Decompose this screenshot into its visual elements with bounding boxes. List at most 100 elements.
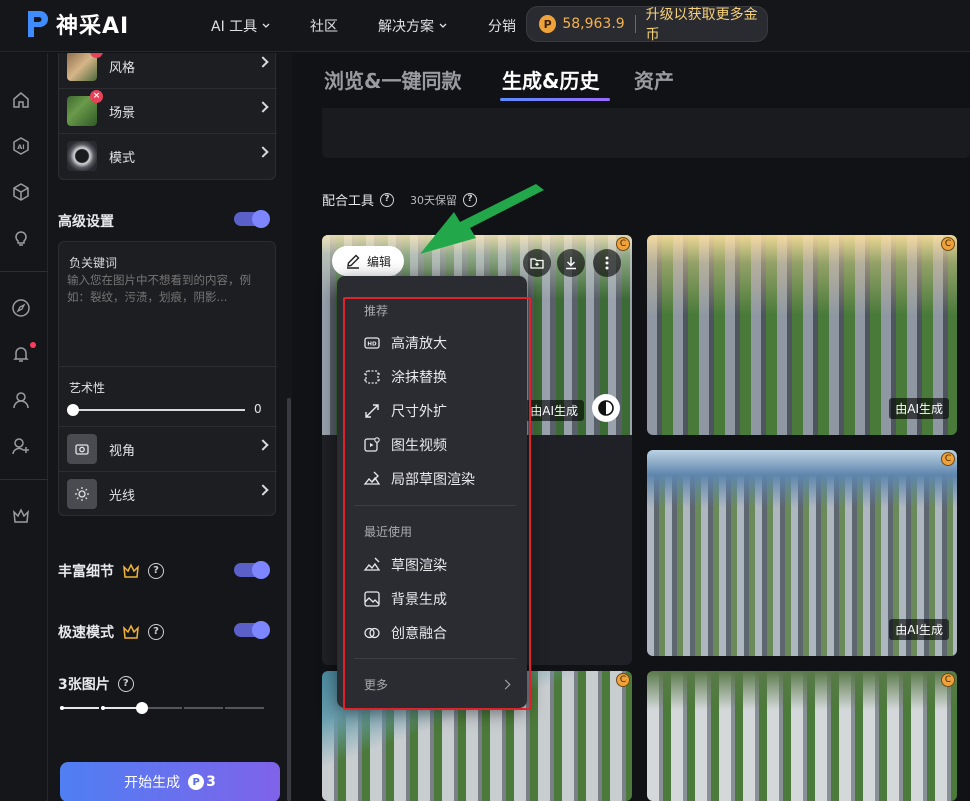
edit-button[interactable]: 编辑 xyxy=(332,246,404,276)
image-count-slider[interactable] xyxy=(60,701,264,715)
menu-item-background[interactable]: 背景生成 xyxy=(363,588,447,610)
brush-replace-icon xyxy=(364,370,380,384)
user-icon[interactable] xyxy=(10,389,32,411)
bulb-icon[interactable] xyxy=(10,227,32,249)
c-coin-icon: C xyxy=(941,673,955,687)
more-vertical-icon xyxy=(605,256,609,270)
expand-icon xyxy=(365,404,379,418)
style-card: × 风格 × 场景 模式 xyxy=(58,53,277,180)
chevron-right-icon xyxy=(500,679,511,690)
menu-item-partial-sketch[interactable]: 局部草图渲染 xyxy=(363,468,475,490)
style-thumb: × xyxy=(67,53,103,81)
remove-badge-icon[interactable]: × xyxy=(90,90,103,103)
compass-icon[interactable] xyxy=(10,297,32,319)
advanced-settings-label: 高级设置 xyxy=(58,214,114,230)
artistry-label: 艺术性 xyxy=(69,381,106,395)
menu-item-sketch-render[interactable]: 草图渲染 xyxy=(363,554,447,576)
style-row-mode[interactable]: 模式 xyxy=(59,134,277,178)
background-icon xyxy=(364,591,380,607)
artistry-slider-knob[interactable] xyxy=(67,404,79,416)
menu-item-brush-replace[interactable]: 涂抹替换 xyxy=(363,366,447,388)
brand-logo[interactable]: 神采AI xyxy=(24,8,129,40)
nav-distribution[interactable]: 分销 xyxy=(488,16,516,36)
advanced-settings-toggle[interactable] xyxy=(234,210,270,228)
help-icon[interactable]: ? xyxy=(380,192,395,207)
angle-row[interactable]: 视角 xyxy=(59,427,277,471)
menu-item-creative-fusion[interactable]: 创意融合 xyxy=(363,622,447,644)
menu-item-more[interactable]: 更多 xyxy=(364,676,511,693)
nav-community[interactable]: 社区 xyxy=(310,16,338,36)
coin-balance: 58,963.9 xyxy=(562,16,625,32)
ai-generated-tag: 由AI生成 xyxy=(889,398,949,419)
chevron-down-icon xyxy=(262,23,270,28)
c-coin-icon: C xyxy=(616,673,630,687)
help-icon[interactable]: ? xyxy=(148,563,164,579)
generate-button[interactable]: 开始生成 P 3 xyxy=(60,762,280,801)
artistry-slider-track[interactable] xyxy=(73,409,245,411)
divider xyxy=(0,479,48,480)
bell-icon[interactable] xyxy=(10,342,36,365)
fast-mode-toggle[interactable] xyxy=(234,621,270,639)
compare-button[interactable] xyxy=(592,394,620,422)
divider xyxy=(59,366,277,367)
negative-keywords-input[interactable] xyxy=(67,272,269,362)
download-icon xyxy=(566,257,576,270)
slider-segment[interactable] xyxy=(225,707,264,709)
crown-icon xyxy=(123,624,139,639)
menu-item-expand[interactable]: 尺寸外扩 xyxy=(363,400,447,422)
image-count-knob[interactable] xyxy=(135,702,148,714)
nav-solutions[interactable]: 解决方案 xyxy=(378,16,448,36)
help-icon[interactable]: ? xyxy=(117,676,134,692)
upgrade-link[interactable]: 升级以获取更多金币 xyxy=(646,4,767,44)
menu-item-image-to-video[interactable]: 图生视频 xyxy=(363,434,447,456)
camera-angle-icon xyxy=(67,434,97,464)
brand-name: 神采AI xyxy=(56,14,130,39)
user-add-icon[interactable] xyxy=(10,435,32,457)
crown-icon[interactable] xyxy=(10,505,32,527)
generated-image-card[interactable]: C 由AI生成 xyxy=(647,235,957,435)
tab-generate-history[interactable]: 生成&历史 xyxy=(502,65,599,94)
negative-prompt-card: 负关键词 艺术性 0 视角 光线 xyxy=(58,241,277,516)
style-row-scene[interactable]: × 场景 xyxy=(59,89,277,133)
download-button[interactable] xyxy=(557,249,585,277)
tab-assets[interactable]: 资产 xyxy=(634,65,674,94)
slider-segment[interactable] xyxy=(184,707,224,709)
home-icon[interactable] xyxy=(10,89,32,111)
remove-badge-icon[interactable]: × xyxy=(90,53,103,58)
divider xyxy=(354,505,516,506)
tools-dropdown-menu: 推荐 HD 高清放大 涂抹替换 尺寸外扩 图生视频 局部草图渲染 最近使用 草图… xyxy=(337,276,527,708)
chevron-right-icon xyxy=(257,146,269,158)
hd-icon: HD xyxy=(364,337,380,349)
logo-mark-icon xyxy=(24,9,50,39)
style-row-style[interactable]: × 风格 xyxy=(59,53,277,88)
coin-balance-pill[interactable]: P 58,963.9 升级以获取更多金币 xyxy=(526,4,768,44)
slider-segment[interactable] xyxy=(143,707,183,709)
more-options-button[interactable] xyxy=(593,249,621,277)
menu-section-recent: 最近使用 xyxy=(364,525,413,539)
divider xyxy=(0,271,48,272)
tab-browse[interactable]: 浏览&一键同款 xyxy=(324,65,461,94)
slider-segment[interactable] xyxy=(60,707,99,709)
chevron-right-icon xyxy=(257,101,269,113)
nav-ai-tools[interactable]: AI 工具 xyxy=(211,16,271,36)
ai-icon[interactable]: AI xyxy=(10,135,32,157)
mode-thumb xyxy=(67,141,97,171)
rich-detail-toggle[interactable] xyxy=(234,561,270,579)
image-count-row: 3张图片 ? xyxy=(58,674,134,694)
pencil-icon xyxy=(346,254,360,269)
menu-item-hd-upscale[interactable]: HD 高清放大 xyxy=(363,332,447,354)
partial-sketch-icon xyxy=(363,471,381,485)
generate-cost: P 3 xyxy=(188,774,216,790)
generated-image-card[interactable]: C 由AI生成 xyxy=(647,450,957,656)
c-coin-icon: C xyxy=(616,237,630,251)
folder-icon xyxy=(530,258,544,269)
generated-image-card[interactable]: C xyxy=(647,671,957,801)
light-row[interactable]: 光线 xyxy=(59,472,277,516)
help-icon[interactable]: ? xyxy=(148,624,164,640)
sun-icon xyxy=(67,479,97,509)
divider xyxy=(634,15,636,33)
crown-icon xyxy=(123,563,139,578)
panel-scrollbar[interactable] xyxy=(287,398,291,801)
cube-icon[interactable] xyxy=(10,181,32,203)
ai-generated-tag: 由AI生成 xyxy=(524,400,584,421)
